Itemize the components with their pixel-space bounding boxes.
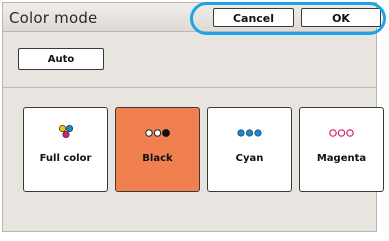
cyan-dots-icon <box>208 124 291 138</box>
full-color-button[interactable]: Full color <box>23 107 108 192</box>
page-title: Color mode <box>9 9 98 27</box>
auto-button[interactable]: Auto <box>18 48 104 70</box>
cyan-button[interactable]: Cyan <box>207 107 292 192</box>
magenta-button[interactable]: Magenta <box>299 107 384 192</box>
mode-label: Magenta <box>316 153 367 164</box>
full-color-dots-icon <box>24 124 107 139</box>
mode-label: Black <box>142 153 173 164</box>
cancel-button[interactable]: Cancel <box>213 8 294 27</box>
color-mode-screen: Color mode Cancel OK Auto Full color Bla… <box>0 0 389 241</box>
mode-label: Cyan <box>235 153 264 164</box>
magenta-dots-icon <box>300 124 383 138</box>
divider <box>3 87 376 88</box>
ok-button[interactable]: OK <box>301 8 381 27</box>
black-dots-icon <box>116 124 199 138</box>
black-button[interactable]: Black <box>115 107 200 192</box>
mode-label: Full color <box>39 153 92 164</box>
